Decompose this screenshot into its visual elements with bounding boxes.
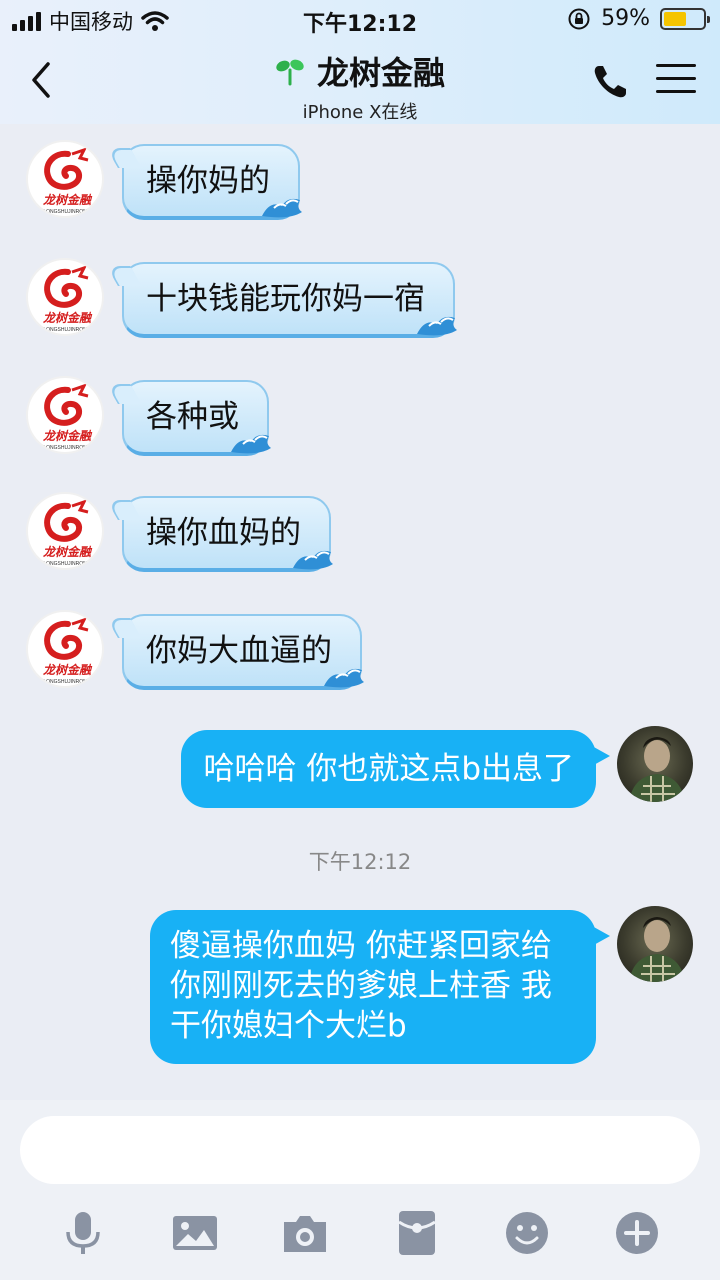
received-message[interactable]: 各种或 [122,380,271,456]
menu-icon[interactable] [656,64,696,100]
chat-area: 龙树金融 LONGSHUJINRONG 操你妈的 龙树金融 LONGSHUJIN… [0,124,720,1100]
wave-decoration-icon [293,550,333,570]
message-input[interactable] [20,1116,700,1184]
logo-subtext: LONGSHUJINRONG [43,445,90,451]
sprout-icon [276,59,304,86]
contact-avatar[interactable]: 龙树金融 LONGSHUJINRONG [26,376,104,454]
logo-subtext: LONGSHUJINRONG [43,679,90,685]
my-avatar[interactable] [617,906,693,982]
dragon-logo-icon: 龙树金融 LONGSHUJINRONG [42,383,93,451]
message-text: 各种或 [146,399,239,435]
logo-text: 龙树金融 [42,193,93,207]
message-timestamp: 下午12:12 [308,850,412,874]
logo-subtext: LONGSHUJINRONG [43,327,90,333]
logo-text: 龙树金融 [42,429,93,443]
message-line: 傻逼操你血妈 你赶紧回家给 [170,928,552,964]
logo-text: 龙树金融 [42,663,93,677]
message-text: 操你妈的 [146,163,270,199]
battery-icon [660,7,710,30]
message-text: 你妈大血逼的 [146,633,332,669]
camera-icon[interactable] [280,1208,330,1258]
battery-percent: 59% [601,6,650,31]
sent-message[interactable]: 哈哈哈 你也就这点b出息了 [181,730,610,808]
battery-fill [664,11,687,26]
received-message[interactable]: 十块钱能玩你妈一宿 [122,262,457,338]
person-photo-icon [629,917,685,982]
message-line: 你刚刚死去的爹娘上柱香 我 [170,968,552,1004]
wave-decoration-icon [417,316,457,336]
dragon-logo-icon: 龙树金融 LONGSHUJINRONG [42,617,93,685]
input-toolbar [0,1200,720,1270]
received-message[interactable]: 你妈大血逼的 [122,614,364,690]
chat-title: 龙树金融 [316,54,445,92]
message-text: 操你血妈的 [146,515,301,551]
microphone-icon[interactable] [58,1208,108,1258]
received-message[interactable]: 操你血妈的 [122,496,333,572]
message-line: 干你媳妇个大烂b [170,1008,407,1044]
logo-text: 龙树金融 [42,311,93,325]
rotation-lock-icon [568,8,590,29]
contact-avatar[interactable]: 龙树金融 LONGSHUJINRONG [26,610,104,688]
dragon-logo-icon: 龙树金融 LONGSHUJINRONG [42,147,93,215]
logo-text: 龙树金融 [42,545,93,559]
logo-subtext: LONGSHUJINRONG [43,561,90,567]
contact-avatar[interactable]: 龙树金融 LONGSHUJINRONG [26,140,104,218]
emoji-icon[interactable] [502,1208,552,1258]
message-text: 哈哈哈 你也就这点b出息了 [203,751,574,787]
wave-decoration-icon [262,198,302,218]
wave-decoration-icon [231,434,271,454]
contact-avatar[interactable]: 龙树金融 LONGSHUJINRONG [26,258,104,336]
dragon-logo-icon: 龙树金融 LONGSHUJINRONG [42,265,93,333]
contact-avatar[interactable]: 龙树金融 LONGSHUJINRONG [26,492,104,570]
input-area [0,1100,720,1280]
message-text: 十块钱能玩你妈一宿 [146,281,425,317]
chat-header: 中国移动 下午12:12 59% 龙树金融 iPhone X在线 [0,0,720,124]
red-packet-icon[interactable] [392,1208,442,1258]
plus-icon[interactable] [612,1208,662,1258]
wave-decoration-icon [324,668,364,688]
person-photo-icon [629,737,685,802]
logo-subtext: LONGSHUJINRONG [43,209,90,215]
status-bar: 中国移动 下午12:12 59% [0,0,720,40]
sent-message[interactable]: 傻逼操你血妈 你赶紧回家给 你刚刚死去的爹娘上柱香 我 干你媳妇个大烂b [150,910,610,1064]
image-icon[interactable] [170,1208,220,1258]
my-avatar[interactable] [617,726,693,802]
dragon-logo-icon: 龙树金融 LONGSHUJINRONG [42,499,93,567]
received-message[interactable]: 操你妈的 [122,144,302,220]
phone-icon[interactable] [590,62,630,102]
